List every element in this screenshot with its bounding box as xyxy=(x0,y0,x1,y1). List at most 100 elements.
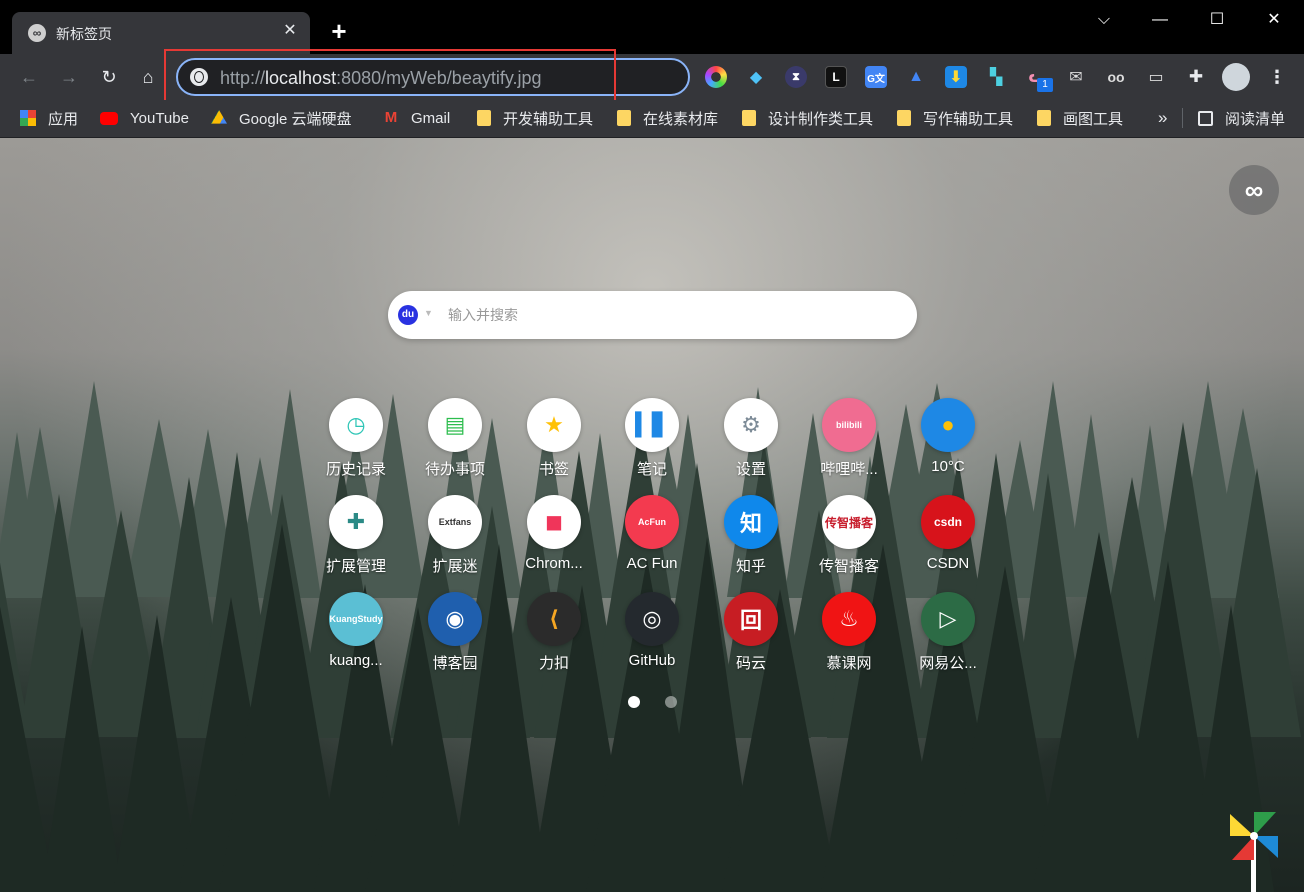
mask-icon[interactable]: oo xyxy=(1105,66,1127,88)
app-shortcut[interactable]: ✚ 扩展管理 xyxy=(311,495,401,585)
screen-icon[interactable]: ▭ xyxy=(1145,66,1167,88)
page-dot[interactable] xyxy=(665,696,677,708)
l-icon[interactable]: L xyxy=(825,66,847,88)
gitee-icon: 回 xyxy=(724,592,778,646)
app-label: 历史记录 xyxy=(325,461,386,478)
bookmark-folder-materials[interactable]: 在线素材库 xyxy=(617,108,718,128)
extension-badge: 1 xyxy=(1037,78,1053,92)
app-shortcut[interactable]: 传智播客 传智播客 xyxy=(804,495,894,585)
app-label: kuang... xyxy=(329,652,383,669)
baidu-icon[interactable]: du xyxy=(398,305,418,325)
grid-icon[interactable]: ▚ xyxy=(985,66,1007,88)
drive-icon xyxy=(211,110,227,124)
csdn-icon: csdn xyxy=(921,495,975,549)
minimize-button[interactable]: — xyxy=(1146,8,1174,32)
app-shortcut[interactable]: ♨ 慕课网 xyxy=(804,592,894,682)
tab-favicon-icon: ∞ xyxy=(28,24,46,42)
translate-icon[interactable]: G文 xyxy=(865,66,887,88)
forward-button[interactable]: → xyxy=(56,64,82,90)
app-shortcut[interactable]: 知知乎 xyxy=(706,495,796,585)
leetcode-icon: ⟨ xyxy=(527,592,581,646)
app-label: 扩展迷 xyxy=(432,558,478,575)
folder-icon xyxy=(897,110,911,126)
browser-window: ∞ 新标签页 ✕ + ⌵ — ☐ ✕ ← → ↻ ⌂ http://localh… xyxy=(0,0,1304,892)
apps-icon xyxy=(20,110,36,126)
notebook-icon: ▍▋ xyxy=(625,398,679,452)
reading-list-button[interactable]: 阅读清单 xyxy=(1198,108,1285,128)
app-shortcut[interactable]: ▍▋ 笔记 xyxy=(607,398,697,488)
star-icon: ★ xyxy=(527,398,581,452)
bookmark-folder-dev-tools[interactable]: 开发辅助工具 xyxy=(477,108,593,128)
app-label: 待办事项 xyxy=(424,461,485,478)
highlight-box xyxy=(164,49,616,103)
app-label: 网易公... xyxy=(919,655,977,672)
app-shortcut[interactable]: csdn CSDN xyxy=(903,495,993,585)
bookmark-apps[interactable]: 应用 xyxy=(20,108,78,128)
app-label: AC Fun xyxy=(626,555,678,572)
home-button[interactable]: ⌂ xyxy=(135,64,161,90)
search-box: du ▼ xyxy=(388,291,917,339)
tab-new-tab[interactable]: ∞ 新标签页 ✕ xyxy=(12,12,310,54)
bookmark-gmail[interactable]: M Gmail xyxy=(383,108,450,128)
app-shortcut[interactable]: ▷ 网易公... xyxy=(903,592,993,682)
menu-icon[interactable]: ⋮ xyxy=(1266,66,1288,88)
folder-icon xyxy=(1037,110,1051,126)
new-tab-button[interactable]: + xyxy=(326,18,352,44)
chevron-down-icon[interactable]: ▼ xyxy=(424,308,433,318)
infinity-logo-icon[interactable]: ∞ xyxy=(1229,165,1279,215)
mail-icon[interactable]: ✉ xyxy=(1065,66,1087,88)
app-shortcut[interactable]: AcFun AC Fun xyxy=(607,495,697,585)
app-shortcut[interactable]: ◎ GitHub xyxy=(607,592,697,682)
app-label: 10°C xyxy=(931,458,965,475)
maximize-button[interactable]: ☐ xyxy=(1203,8,1231,32)
download-icon[interactable]: ⬇ xyxy=(945,66,967,88)
bookmark-google-drive[interactable]: Google 云端硬盘 xyxy=(211,108,352,128)
kuangstudy-icon: KuangStudy xyxy=(329,592,383,646)
back-button[interactable]: ← xyxy=(16,64,42,90)
avatar[interactable] xyxy=(1222,63,1250,91)
app-label: CSDN xyxy=(926,555,970,572)
app-label: GitHub xyxy=(628,652,676,669)
app-label: 博客园 xyxy=(432,655,478,672)
graduation-icon[interactable]: ▲ xyxy=(905,66,927,88)
diamond-icon[interactable]: ◆ xyxy=(745,66,767,88)
gear-icon: ⚙ xyxy=(724,398,778,452)
app-shortcut[interactable]: bilibili 哔哩哔... xyxy=(804,398,894,488)
itcast-icon: 传智播客 xyxy=(822,495,876,549)
page-dot-active[interactable] xyxy=(628,696,640,708)
play-icon: ▷ xyxy=(921,592,975,646)
app-shortcut[interactable]: ◼ Chrom... xyxy=(509,495,599,585)
bookmark-youtube[interactable]: YouTube xyxy=(100,108,189,128)
tab-search-icon[interactable]: ⌵ xyxy=(1090,8,1118,32)
bookmark-folder-drawing-tools[interactable]: 画图工具 xyxy=(1037,108,1123,128)
bookmark-folder-design-tools[interactable]: 设计制作类工具 xyxy=(742,108,873,128)
tab-title: 新标签页 xyxy=(56,26,112,42)
app-shortcut[interactable]: KuangStudy kuang... xyxy=(311,592,401,682)
color-picker-icon[interactable] xyxy=(705,66,727,88)
app-label: 哔哩哔... xyxy=(820,461,878,478)
app-shortcut[interactable]: ● 10°C xyxy=(903,398,993,488)
app-shortcut[interactable]: ⟨ 力扣 xyxy=(509,592,599,682)
pinwheel-icon[interactable] xyxy=(1228,810,1280,892)
app-shortcut[interactable]: Extfans 扩展迷 xyxy=(410,495,500,585)
reload-button[interactable]: ↻ xyxy=(96,64,122,90)
app-shortcut[interactable]: 回码云 xyxy=(706,592,796,682)
bookmark-folder-writing-tools[interactable]: 写作辅助工具 xyxy=(897,108,1013,128)
app-label: 慕课网 xyxy=(826,655,872,672)
puzzle-icon[interactable]: ✚ xyxy=(1185,66,1207,88)
app-shortcut[interactable]: ⚙ 设置 xyxy=(706,398,796,488)
app-shortcut[interactable]: ▤ 待办事项 xyxy=(410,398,500,488)
bookmarks-overflow-button[interactable]: » xyxy=(1158,108,1167,128)
app-shortcut[interactable]: ◷ 历史记录 xyxy=(311,398,401,488)
app-shortcut[interactable]: ◉ 博客园 xyxy=(410,592,500,682)
close-window-button[interactable]: ✕ xyxy=(1260,8,1288,32)
hourglass-icon[interactable]: ⧗ xyxy=(785,66,807,88)
new-tab-page: ∞ du ▼ ◷ 历史记录 ▤ 待办事项 ★ 书签 ▍▋ 笔记 ⚙ 设置 bilibili 哔哩哔..… xyxy=(0,138,1304,892)
extfans-icon: Extfans xyxy=(428,495,482,549)
youtube-icon xyxy=(100,111,118,125)
todo-icon: ▤ xyxy=(428,398,482,452)
app-shortcut[interactable]: ★ 书签 xyxy=(509,398,599,488)
tab-close-icon[interactable]: ✕ xyxy=(280,21,300,41)
search-input[interactable] xyxy=(448,303,888,327)
app-label: 书签 xyxy=(538,461,569,478)
